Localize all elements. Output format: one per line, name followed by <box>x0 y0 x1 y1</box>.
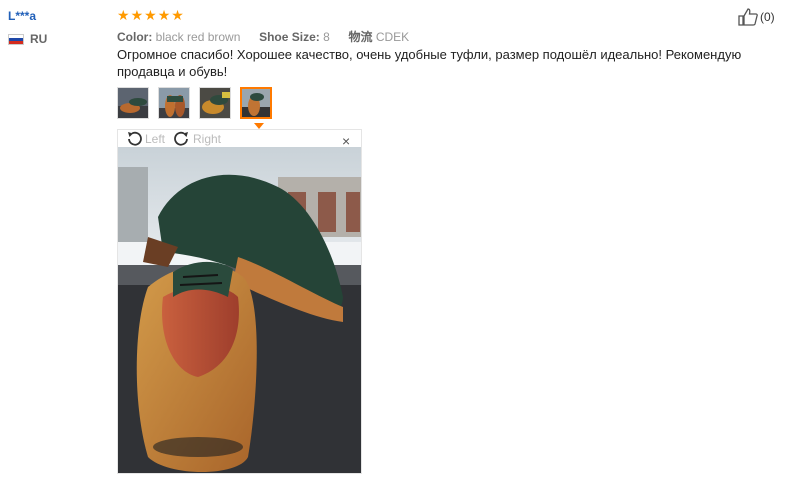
color-key: Color: <box>117 30 153 44</box>
color-value: black red brown <box>155 30 241 44</box>
photo-viewer <box>117 129 362 474</box>
photo-thumbnail[interactable] <box>117 87 149 119</box>
rotate-right-icon <box>174 131 188 146</box>
logistics-key: 物流 <box>348 30 373 44</box>
reviewer-country: RU <box>8 32 47 46</box>
rotate-left-label: Left <box>145 132 166 146</box>
star-icon: ★ <box>130 7 144 23</box>
star-icon: ★ <box>117 7 130 23</box>
size-value: 8 <box>323 30 330 44</box>
rotate-right-label: Right <box>193 132 222 146</box>
order-attributes: Color: black red brown Shoe Size: 8 物流 C… <box>117 28 409 45</box>
rotate-right-button[interactable]: Right <box>173 130 221 148</box>
russia-flag-icon <box>8 33 24 45</box>
photo-thumbnail-active[interactable] <box>240 87 272 119</box>
rotate-left-button[interactable]: Left <box>125 130 165 148</box>
star-icon: ★ <box>144 7 157 23</box>
review-text: Огромное спасибо! Хорошее качество, очен… <box>117 47 742 79</box>
logistics-value: CDEK <box>375 30 410 44</box>
star-icon: ★ <box>157 7 171 23</box>
thumbs-up-icon <box>738 8 758 26</box>
review-photo[interactable] <box>118 147 362 474</box>
photo-thumbnail[interactable] <box>158 87 190 119</box>
country-code: RU <box>30 32 48 46</box>
helpful-count: (0) <box>760 10 775 24</box>
photo-thumbnails <box>117 87 272 119</box>
helpful-button[interactable]: (0) <box>738 8 775 26</box>
star-rating: ★ ★ ★ ★ ★ <box>117 7 184 23</box>
reviewer-name: L***a <box>8 9 37 23</box>
photo-thumbnail[interactable] <box>199 87 231 119</box>
rotate-left-icon <box>128 131 142 146</box>
size-key: Shoe Size: <box>259 30 320 44</box>
star-icon: ★ <box>171 7 184 23</box>
close-viewer-button[interactable]: × <box>342 134 350 148</box>
